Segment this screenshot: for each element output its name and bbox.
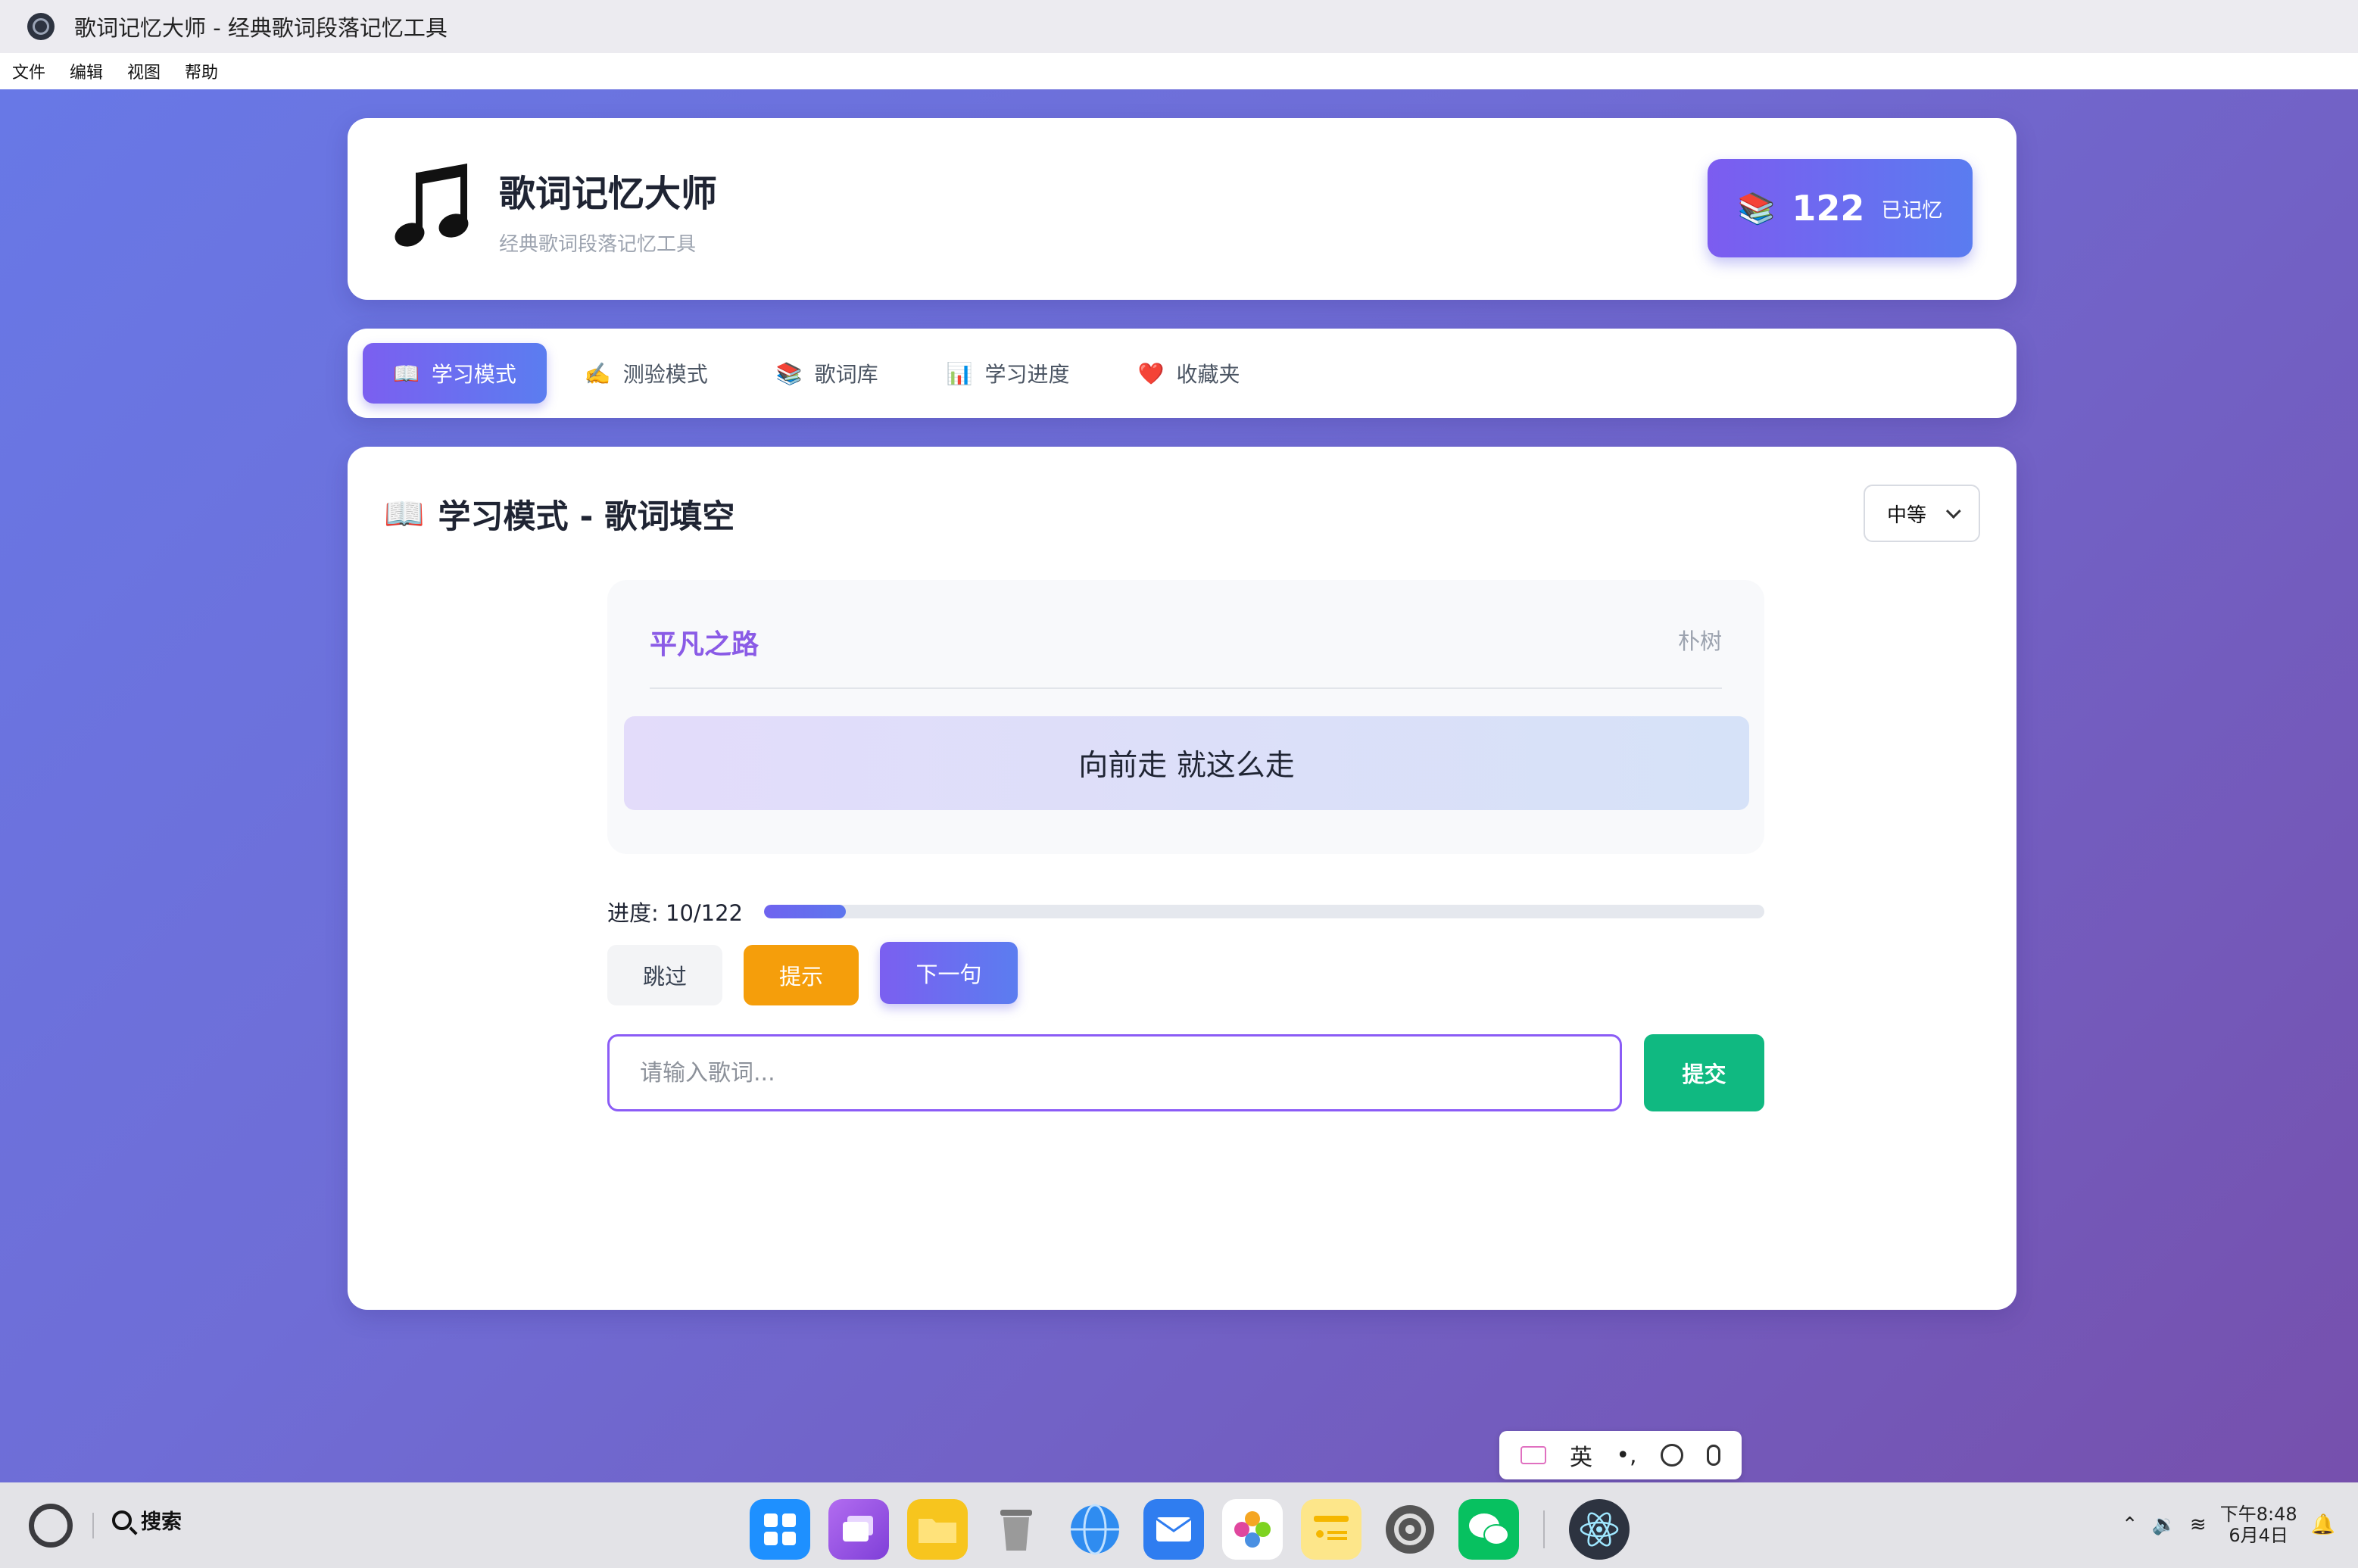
progress-label: 进度: 10/122 [607, 900, 744, 926]
folder-icon[interactable] [907, 1499, 968, 1560]
lyric-input[interactable] [607, 1034, 1622, 1111]
emoji-icon[interactable] [1660, 1444, 1683, 1467]
wifi-icon[interactable]: ≋ [2190, 1513, 2207, 1536]
menu-help[interactable]: 帮助 [182, 59, 221, 83]
music-note-icon [395, 164, 469, 247]
lyric-line: 向前走 就这么走 [624, 716, 1749, 810]
volume-icon[interactable]: 🔉 [2152, 1513, 2176, 1536]
progress-fill [764, 905, 847, 918]
progress-bar [764, 905, 1764, 918]
book-icon: 📖 [384, 495, 425, 533]
tab-label: 收藏夹 [1176, 362, 1240, 387]
chevron-up-icon[interactable]: ⌃ [2122, 1513, 2138, 1536]
launcher-icon[interactable] [750, 1499, 810, 1560]
tab-favorites[interactable]: ❤️ 收藏夹 [1108, 343, 1271, 404]
next-button[interactable]: 下一句 [880, 942, 1018, 1004]
photos-icon[interactable] [1222, 1499, 1283, 1560]
books-icon: 📚 [1737, 191, 1776, 226]
search-label: 搜索 [141, 1510, 182, 1534]
memorized-count: 122 [1792, 188, 1865, 229]
browser-icon[interactable] [1065, 1499, 1125, 1560]
progress-row: 进度: 10/122 [607, 889, 1764, 934]
skip-button[interactable]: 跳过 [607, 945, 722, 1005]
book-icon: 📖 [393, 360, 420, 386]
clock-date: 6月4日 [2229, 1525, 2288, 1546]
song-artist: 朴树 [1677, 628, 1722, 654]
search-icon [112, 1510, 132, 1530]
dock [750, 1499, 1630, 1560]
difficulty-select[interactable]: 中等 [1864, 485, 1980, 542]
writing-hand-icon: ✍️ [584, 360, 611, 386]
tab-library[interactable]: 📚 歌词库 [746, 343, 909, 404]
hint-button[interactable]: 提示 [744, 945, 859, 1005]
menu-bar: 文件 编辑 视图 帮助 [0, 53, 2358, 89]
tab-label: 学习模式 [431, 362, 516, 387]
taskbar-search[interactable]: 搜索 [112, 1505, 182, 1535]
bar-chart-icon: 📊 [946, 360, 973, 386]
tab-label: 歌词库 [814, 362, 878, 387]
ime-language-toggle[interactable]: 英 [1570, 1439, 1592, 1472]
tab-label: 学习进度 [984, 362, 1070, 387]
menu-view[interactable]: 视图 [124, 59, 164, 83]
mail-icon[interactable] [1143, 1499, 1204, 1560]
start-button[interactable] [29, 1504, 73, 1548]
tab-study[interactable]: 📖 学习模式 [363, 343, 547, 404]
books-icon: 📚 [775, 360, 803, 386]
chevron-down-icon [1945, 503, 1961, 519]
trash-icon[interactable] [986, 1499, 1046, 1560]
divider [1543, 1510, 1545, 1548]
difficulty-value: 中等 [1886, 503, 1926, 527]
wechat-icon[interactable] [1458, 1499, 1519, 1560]
clock-time: 下午8:48 [2219, 1504, 2297, 1525]
header-card: 歌词记忆大师 经典歌词段落记忆工具 📚 122 已记忆 [348, 118, 2016, 300]
ime-punctuation-toggle[interactable]: •, [1616, 1442, 1636, 1469]
menu-file[interactable]: 文件 [9, 59, 48, 83]
taskbar: 搜索 ⌃ 🔉 ≋ 下午8:48 6月4日 🔔 [0, 1482, 2358, 1568]
window-title: 歌词记忆大师 - 经典歌词段落记忆工具 [74, 15, 448, 41]
ime-toolbar: 英 •, [1499, 1431, 1742, 1479]
electron-app-icon [27, 13, 55, 40]
section-title-text: 学习模式 - 歌词填空 [438, 498, 735, 536]
microphone-icon[interactable] [1707, 1445, 1721, 1466]
keyboard-icon[interactable] [1520, 1446, 1546, 1464]
mode-tabs: 📖 学习模式 ✍️ 测验模式 📚 歌词库 📊 学习进度 ❤️ 收藏夹 [348, 329, 2016, 418]
app-name: 歌词记忆大师 [499, 173, 718, 215]
notes-icon[interactable] [1301, 1499, 1361, 1560]
settings-gear-icon[interactable] [1380, 1499, 1440, 1560]
song-card: 平凡之路 朴树 向前走 就这么走 [607, 580, 1764, 854]
menu-edit[interactable]: 编辑 [67, 59, 106, 83]
memorized-label: 已记忆 [1881, 198, 1943, 223]
tab-progress[interactable]: 📊 学习进度 [916, 343, 1100, 404]
study-card: 📖 学习模式 - 歌词填空 中等 平凡之路 朴树 向前走 就这么走 进度: 10… [348, 447, 2016, 1310]
tab-quiz[interactable]: ✍️ 测验模式 [554, 343, 738, 404]
divider [650, 687, 1722, 689]
memorized-stat-badge: 📚 122 已记忆 [1708, 159, 1973, 257]
submit-button[interactable]: 提交 [1644, 1034, 1764, 1111]
notification-icon[interactable]: 🔔 [2311, 1513, 2335, 1536]
heart-icon: ❤️ [1137, 360, 1165, 386]
app-subtitle: 经典歌词段落记忆工具 [499, 233, 697, 256]
system-tray: ⌃ 🔉 ≋ 下午8:48 6月4日 🔔 [2122, 1504, 2335, 1546]
divider [92, 1513, 94, 1538]
electron-app-icon[interactable] [1569, 1499, 1630, 1560]
clock[interactable]: 下午8:48 6月4日 [2220, 1504, 2297, 1546]
song-title: 平凡之路 [650, 629, 759, 660]
multitask-icon[interactable] [828, 1499, 889, 1560]
window-titlebar: 歌词记忆大师 - 经典歌词段落记忆工具 [0, 0, 2358, 53]
section-title: 📖 学习模式 - 歌词填空 [384, 491, 735, 538]
tab-label: 测验模式 [622, 362, 708, 387]
